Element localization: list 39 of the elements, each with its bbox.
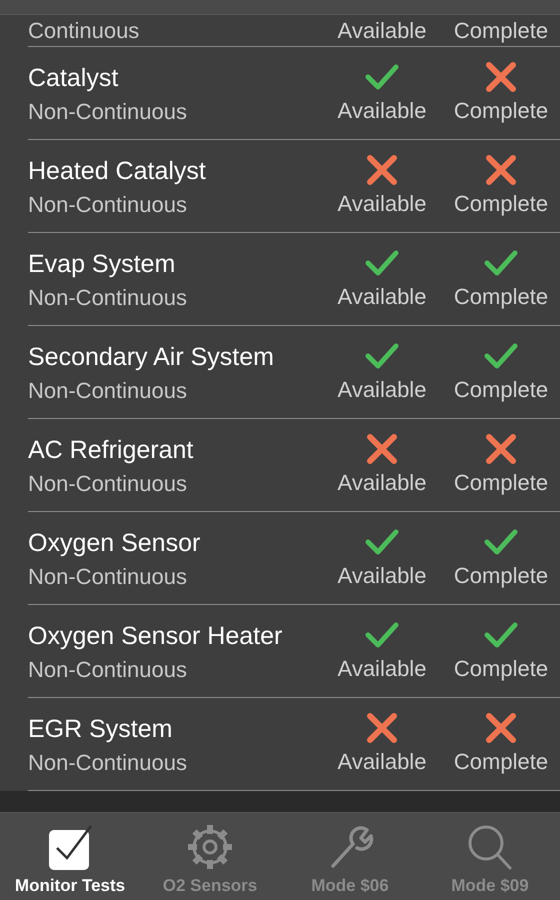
available-label: Available	[338, 377, 426, 403]
monitor-type: Non-Continuous	[28, 98, 188, 124]
available-label: Available	[338, 563, 426, 589]
monitor-type: Non-Continuous	[28, 284, 188, 310]
monitor-type: Continuous	[28, 18, 140, 44]
complete-label: Complete	[454, 470, 548, 496]
monitor-name: Oxygen Sensor Heater	[28, 622, 284, 650]
monitor-type: Non-Continuous	[28, 656, 188, 682]
tab[interactable]: Mode $09	[420, 813, 560, 900]
complete-label: Complete	[454, 377, 548, 403]
monitor-name: Oxygen Sensor	[28, 528, 202, 558]
complete-label: Complete	[454, 749, 548, 775]
available-label: Available	[338, 98, 426, 124]
complete-label: Complete	[454, 656, 548, 682]
tab[interactable]: Mode $06	[280, 813, 420, 900]
monitor-type: Non-Continuous	[28, 192, 188, 218]
complete-label: Complete	[454, 284, 548, 310]
tab[interactable]: Monitor Tests	[0, 813, 140, 900]
monitor-type: Non-Continuous	[28, 470, 188, 496]
complete-label: Complete	[454, 98, 548, 124]
monitor-name: EGR System	[28, 714, 174, 744]
monitor-name: Heated Catalyst	[28, 156, 207, 186]
complete-label: Complete	[454, 191, 548, 217]
monitor-type: Non-Continuous	[28, 750, 188, 776]
available-label: Available	[338, 284, 426, 310]
complete-label: Complete	[454, 563, 548, 589]
available-label: Available	[338, 18, 426, 44]
monitor-type: Non-Continuous	[28, 564, 188, 590]
monitor-name: Catalyst	[28, 64, 120, 92]
available-label: Available	[338, 191, 426, 217]
complete-label: Complete	[454, 18, 548, 44]
monitor-name: AC Refrigerant	[28, 436, 194, 464]
monitor-type: Non-Continuous	[28, 378, 188, 404]
monitor-name: Evap System	[28, 250, 176, 278]
tab[interactable]: O2 Sensors	[140, 813, 280, 900]
available-label: Available	[338, 749, 426, 775]
monitor-name: Secondary Air System	[28, 342, 275, 372]
available-label: Available	[338, 470, 426, 496]
available-label: Available	[338, 656, 426, 682]
